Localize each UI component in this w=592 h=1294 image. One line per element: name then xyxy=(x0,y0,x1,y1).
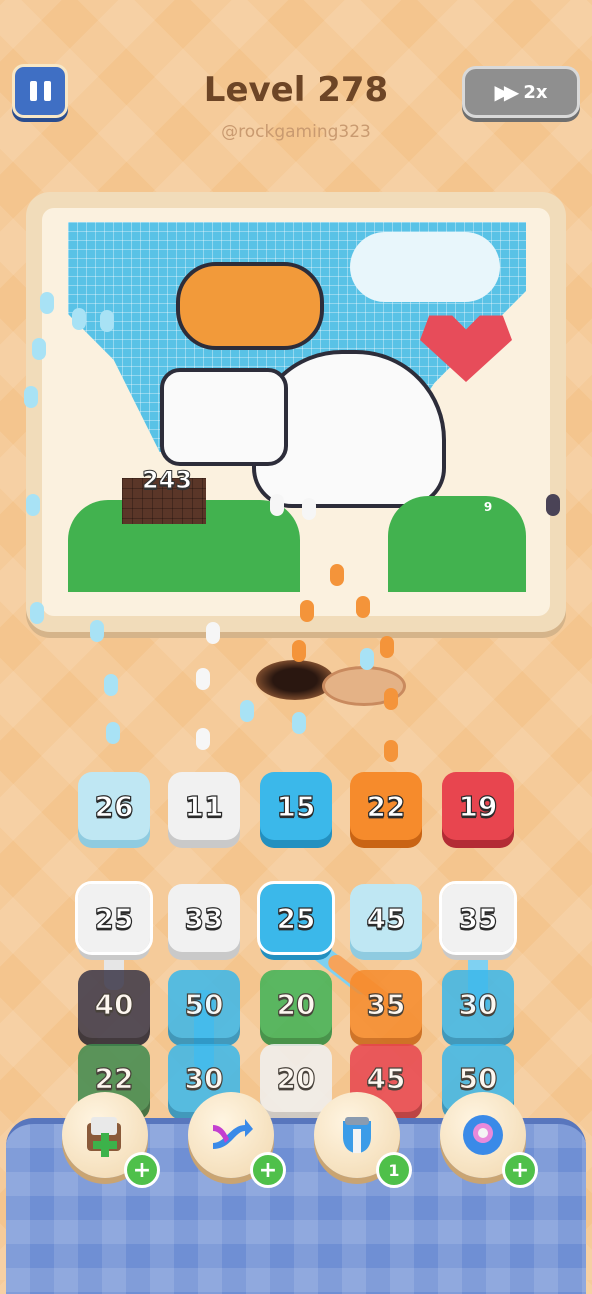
shuffle-icon xyxy=(213,1119,253,1149)
ant xyxy=(300,600,314,622)
tile-value: 30 xyxy=(458,987,498,1021)
ant xyxy=(206,622,220,644)
ant xyxy=(546,494,560,516)
donut-powerup-button[interactable]: + xyxy=(440,1092,538,1188)
add-box-icon xyxy=(87,1117,121,1157)
small-pixel-counter: 9 xyxy=(483,500,493,514)
add-box-powerup-button[interactable]: + xyxy=(62,1092,160,1188)
ant xyxy=(32,338,46,360)
pixel-hill-right xyxy=(388,496,526,592)
count-badge: 1 xyxy=(376,1152,412,1188)
ant xyxy=(104,674,118,696)
tile-value: 40 xyxy=(94,987,134,1021)
ant xyxy=(292,712,306,734)
tile-value: 25 xyxy=(94,901,134,935)
grid-tile[interactable]: 35 xyxy=(439,881,517,955)
donut-icon xyxy=(463,1115,503,1155)
ant xyxy=(356,596,370,618)
shuffle-powerup-button[interactable]: + xyxy=(188,1092,286,1188)
fast-forward-icon: ▶▶ xyxy=(494,80,520,104)
add-badge: + xyxy=(502,1152,538,1188)
tile-value: 50 xyxy=(184,987,224,1021)
ant xyxy=(270,494,284,516)
magnet-icon xyxy=(343,1117,371,1153)
tile-value: 45 xyxy=(366,1061,406,1095)
grid-tile[interactable]: 45 xyxy=(350,884,422,952)
ant xyxy=(26,494,40,516)
tile-value: 45 xyxy=(366,901,406,935)
pause-icon xyxy=(29,81,37,101)
tile-value: 25 xyxy=(276,901,316,935)
magnet-powerup-button[interactable]: 1 xyxy=(314,1092,412,1188)
tile-value: 19 xyxy=(458,789,498,823)
ant xyxy=(72,308,86,330)
add-badge: + xyxy=(124,1152,160,1188)
ant xyxy=(330,564,344,586)
ant xyxy=(292,640,306,662)
speed-button[interactable]: ▶▶ 2x xyxy=(462,66,580,118)
tile-value: 11 xyxy=(184,789,224,823)
tile-value: 30 xyxy=(184,1061,224,1095)
ant xyxy=(360,648,374,670)
grid-tile[interactable]: 40 xyxy=(78,970,150,1038)
pause-button[interactable] xyxy=(12,64,68,118)
add-badge: + xyxy=(250,1152,286,1188)
ant xyxy=(380,636,394,658)
ant xyxy=(196,668,210,690)
pixel-cat-head xyxy=(160,368,288,466)
ant xyxy=(100,310,114,332)
tile-value: 33 xyxy=(184,901,224,935)
ant xyxy=(30,602,44,624)
ant xyxy=(106,722,120,744)
username-watermark: @rockgaming323 xyxy=(221,122,371,142)
pixel-cat-tail xyxy=(176,262,324,350)
queue-tile[interactable]: 15 xyxy=(260,772,332,840)
grid-tile[interactable]: 20 xyxy=(260,1044,332,1112)
grid-tile[interactable]: 25 xyxy=(257,881,335,955)
tile-value: 35 xyxy=(458,901,498,935)
ant-hole xyxy=(256,660,334,700)
ant xyxy=(196,728,210,750)
tile-value: 15 xyxy=(276,789,316,823)
tile-value: 20 xyxy=(276,987,316,1021)
tile-value: 22 xyxy=(94,1061,134,1095)
ant xyxy=(24,386,38,408)
queue-tile[interactable]: 19 xyxy=(442,772,514,840)
tile-value: 26 xyxy=(94,789,134,823)
ant xyxy=(384,688,398,710)
grid-tile[interactable]: 30 xyxy=(442,970,514,1038)
tile-value: 35 xyxy=(366,987,406,1021)
queue-tile[interactable]: 11 xyxy=(168,772,240,840)
ant xyxy=(302,498,316,520)
grid-tile[interactable]: 20 xyxy=(260,970,332,1038)
tile-value: 22 xyxy=(366,789,406,823)
pixel-cloud xyxy=(350,232,500,302)
ant xyxy=(90,620,104,642)
level-title: Level 278 xyxy=(203,70,389,110)
speed-label: 2x xyxy=(523,81,548,103)
ant xyxy=(40,292,54,314)
ant xyxy=(384,740,398,762)
grid-tile[interactable]: 25 xyxy=(75,881,153,955)
queue-tile[interactable]: 26 xyxy=(78,772,150,840)
tile-value: 20 xyxy=(276,1061,316,1095)
tile-value: 50 xyxy=(458,1061,498,1095)
ant xyxy=(240,700,254,722)
grid-tile[interactable]: 50 xyxy=(168,970,240,1038)
grid-tile[interactable]: 35 xyxy=(350,970,422,1038)
queue-tile[interactable]: 22 xyxy=(350,772,422,840)
pixel-counter: 243 xyxy=(141,466,193,495)
grid-tile[interactable]: 33 xyxy=(168,884,240,952)
